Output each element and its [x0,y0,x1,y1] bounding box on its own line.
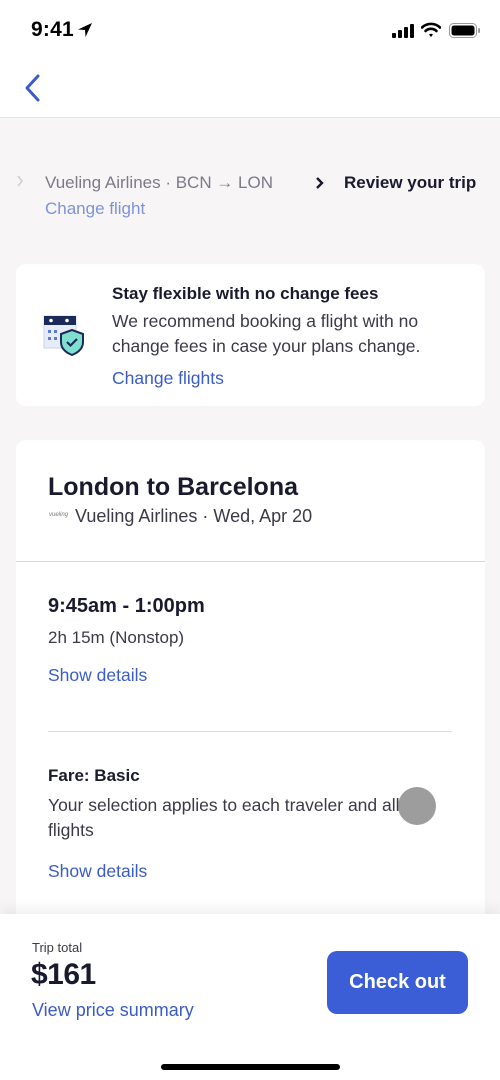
no-change-fees-card: Stay flexible with no change fees We rec… [16,264,485,406]
calendar-shield-icon [43,315,84,357]
checkout-footer: Trip total $161 View price summary Check… [0,914,500,1080]
change-flights-link[interactable]: Change flights [112,368,224,389]
location-arrow-icon [78,23,92,37]
trip-total-label: Trip total [32,940,83,955]
checkout-button[interactable]: Check out [327,951,468,1014]
chevron-right-icon [17,175,24,187]
airline-logo: vueling [49,512,69,518]
flight-duration: 2h 15m (Nonstop) [48,628,185,647]
breadcrumb-current-step: Review your trip [344,173,477,192]
chevron-right-icon [316,177,324,189]
battery-icon [449,23,480,38]
back-button[interactable] [18,70,48,106]
status-time: 9:41 [31,18,74,41]
breadcrumb-previous-step[interactable]: Vueling Airlines · BCN → LON [45,173,273,193]
trip-title: London to Barcelona [48,473,298,501]
trip-total-price: $161 [31,958,96,991]
breadcrumb: Vueling Airlines · BCN → LON Review your… [0,170,500,230]
chevron-left-icon [25,74,40,102]
trip-subtitle: Vueling Airlines · Wed, Apr 20 [75,506,313,526]
signal-icon [392,24,414,38]
flight-show-details-link[interactable]: Show details [48,665,147,686]
card-description: We recommend booking a flight with no ch… [112,311,421,356]
card-title: Stay flexible with no change fees [112,284,379,303]
trip-summary-card: London to Barcelona vueling Vueling Airl… [16,440,485,960]
fare-show-details-link[interactable]: Show details [48,861,147,882]
wifi-icon [421,22,441,37]
nav-bar [0,60,500,118]
flight-time-range: 9:45am - 1:00pm [48,595,205,617]
divider [48,731,452,732]
fare-description: Your selection applies to each traveler … [48,795,400,840]
fare-title: Fare: Basic [48,766,140,785]
change-flight-link[interactable]: Change flight [45,199,145,219]
view-price-summary-link[interactable]: View price summary [32,1000,194,1021]
divider [16,561,485,562]
home-indicator [161,1064,340,1070]
touch-indicator [398,787,436,825]
status-bar: 9:41 [0,0,500,60]
